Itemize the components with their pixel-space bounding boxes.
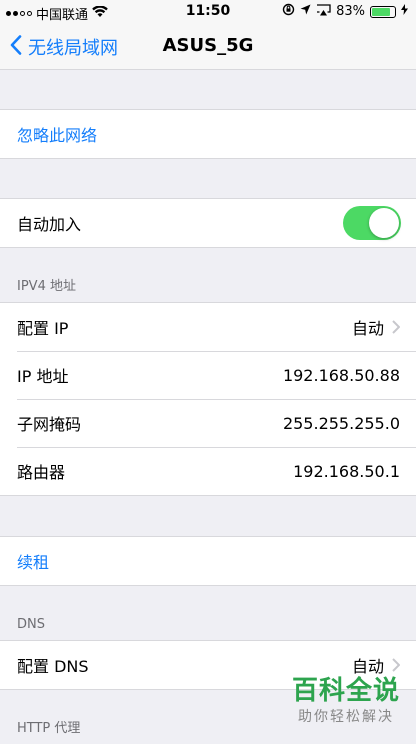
subnet-mask-value: 255.255.255.0 (282, 413, 400, 433)
forget-network-label: 忽略此网络 (17, 126, 98, 145)
configure-ip-value: 自动 (351, 319, 384, 338)
router-value: 192.168.50.1 (293, 461, 400, 481)
ip-address-label: IP 地址 (17, 367, 69, 386)
orientation-lock-icon (282, 3, 295, 20)
chevron-right-icon (392, 315, 401, 339)
forget-group: 忽略此网络 (0, 109, 416, 159)
chevron-right-icon (392, 653, 401, 677)
forget-network-button[interactable]: 忽略此网络 (0, 110, 416, 158)
ipv4-group: 配置 IP 自动 IP 地址 192.168.50.88 子网掩码 255.25… (0, 302, 416, 496)
ipv4-section-header: IPV4 地址 (17, 279, 76, 294)
auto-join-row: 自动加入 (0, 199, 416, 247)
battery-icon (370, 5, 396, 18)
configure-dns-value: 自动 (351, 657, 384, 676)
router-row: 路由器 192.168.50.1 (0, 447, 416, 495)
toggle-knob (369, 208, 399, 238)
auto-join-label: 自动加入 (17, 215, 82, 234)
watermark-logo: 百科全说 助你轻松解决 (292, 676, 400, 726)
watermark-sub-text: 助你轻松解决 (297, 709, 394, 725)
airplay-icon (316, 3, 331, 20)
router-label: 路由器 (17, 463, 66, 482)
ip-address-value: 192.168.50.88 (282, 365, 400, 385)
settings-content: 忽略此网络 自动加入 IPV4 地址 配置 IP 自动 IP 地址 192.16… (0, 70, 416, 744)
renew-lease-button[interactable]: 续租 (0, 537, 416, 585)
subnet-mask-label: 子网掩码 (17, 415, 82, 434)
renew-lease-label: 续租 (17, 553, 50, 572)
charging-icon (401, 4, 408, 19)
page-title: ASUS_5G (162, 35, 254, 56)
dns-section-header: DNS (17, 617, 45, 632)
configure-ip-label: 配置 IP (17, 319, 69, 338)
renew-group: 续租 (0, 536, 416, 586)
status-bar: 中国联通 11:50 83% (0, 0, 416, 24)
auto-join-group: 自动加入 (0, 198, 416, 248)
battery-percentage: 83% (336, 4, 365, 19)
location-icon (300, 4, 311, 19)
auto-join-toggle[interactable] (343, 206, 401, 240)
ip-address-row: IP 地址 192.168.50.88 (0, 351, 416, 399)
watermark-main-text: 百科全说 (291, 676, 400, 706)
subnet-mask-row: 子网掩码 255.255.255.0 (0, 399, 416, 447)
status-right: 83% (282, 3, 408, 20)
configure-ip-row[interactable]: 配置 IP 自动 (0, 303, 416, 351)
navigation-bar: 无线局域网 ASUS_5G (0, 24, 416, 70)
configure-dns-label: 配置 DNS (17, 657, 89, 676)
